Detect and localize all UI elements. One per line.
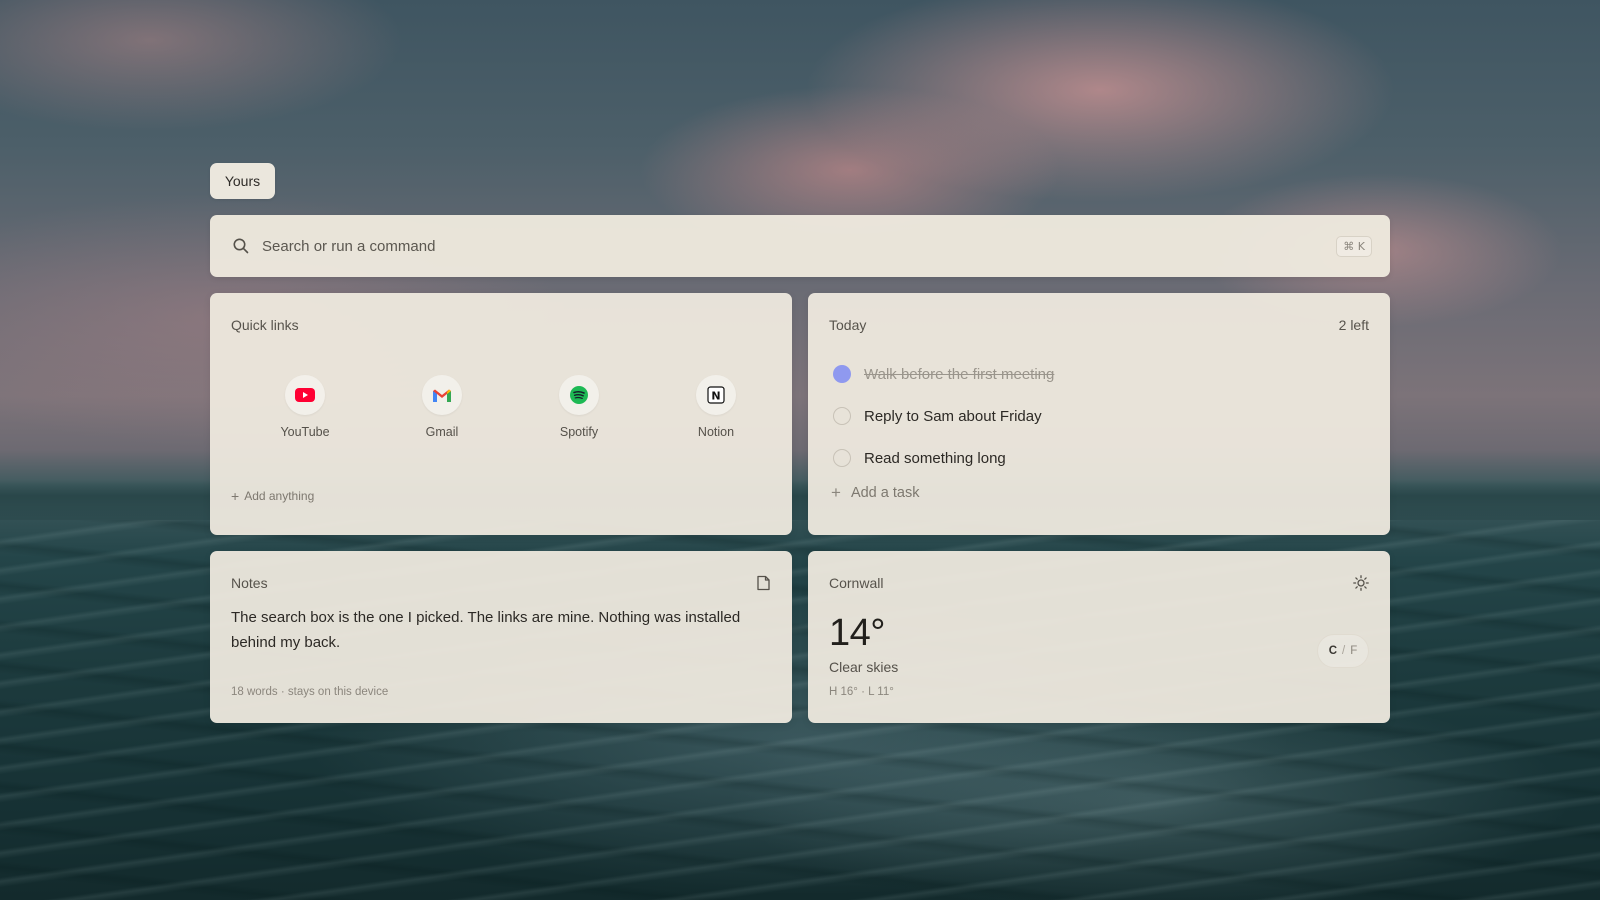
quick-link-gmail[interactable]: Gmail <box>397 375 487 439</box>
temperature: 14° <box>829 612 885 654</box>
search-icon <box>232 237 250 255</box>
tasks-remaining-count: 2 left <box>1338 317 1369 333</box>
quick-link-notion[interactable]: N Notion <box>671 375 761 439</box>
quick-link-youtube[interactable]: YouTube <box>260 375 350 439</box>
unit-celsius[interactable]: C <box>1329 645 1337 657</box>
today-title: Today <box>829 317 867 333</box>
note-text[interactable]: The search box is the one I picked. The … <box>231 605 771 655</box>
weather-condition: Clear skies <box>829 659 899 675</box>
task-checkbox[interactable] <box>833 365 851 383</box>
search-input[interactable]: Search or run a command <box>262 238 1336 255</box>
weather-card: Cornwall 14° Clear skies H 16° · L 11° C… <box>808 551 1390 723</box>
shortcut-badge: ⌘ K <box>1336 235 1372 257</box>
unit-toggle[interactable]: C / F <box>1317 634 1369 668</box>
plus-icon: + <box>231 488 240 504</box>
quick-links-title: Quick links <box>231 317 299 333</box>
notes-title: Notes <box>231 575 268 591</box>
task-item[interactable]: Reply to Sam about Friday <box>829 395 1369 437</box>
task-item[interactable]: Walk before the first meeting <box>829 353 1369 395</box>
high-low: H 16° · L 11° <box>829 686 894 698</box>
quick-link-spotify[interactable]: Spotify <box>534 375 624 439</box>
plus-icon: + <box>831 483 841 502</box>
sun-icon <box>1353 575 1369 591</box>
add-task-button[interactable]: + Add a task <box>829 483 1369 503</box>
unit-fahrenheit[interactable]: F <box>1350 645 1357 657</box>
note-meta: 18 words · stays on this device <box>231 686 389 698</box>
quick-link-label: Spotify <box>559 425 599 439</box>
weather-location: Cornwall <box>829 575 884 591</box>
notion-icon: N <box>696 375 736 415</box>
unit-separator: / <box>1342 645 1346 657</box>
spotify-icon <box>559 375 599 415</box>
search-bar[interactable]: Search or run a command ⌘ K <box>210 215 1390 277</box>
svg-text:N: N <box>711 389 720 402</box>
task-checkbox[interactable] <box>833 449 851 467</box>
add-anything-label: Add anything <box>244 489 315 503</box>
quick-link-label: YouTube <box>280 425 330 439</box>
quick-link-label: Notion <box>697 425 735 439</box>
add-task-label: Add a task <box>850 485 920 501</box>
task-label: Reply to Sam about Friday <box>864 407 1042 425</box>
task-label: Read something long <box>864 449 1006 467</box>
add-anything-button[interactable]: + Add anything <box>231 488 314 504</box>
tab-yours[interactable]: Yours <box>210 163 275 199</box>
task-checkbox[interactable] <box>833 407 851 425</box>
task-list: Walk before the first meeting Reply to S… <box>829 353 1369 479</box>
today-card: Today 2 left Walk before the first meeti… <box>808 293 1390 535</box>
notes-card: Notes The search box is the one I picked… <box>210 551 792 723</box>
youtube-icon <box>285 375 325 415</box>
quick-links-card: Quick links YouTube Gmail Spotify N Noti… <box>210 293 792 535</box>
gmail-icon <box>422 375 462 415</box>
task-label: Walk before the first meeting <box>864 365 1055 383</box>
note-icon[interactable] <box>756 575 771 591</box>
task-item[interactable]: Read something long <box>829 437 1369 479</box>
quick-link-label: Gmail <box>425 425 459 439</box>
